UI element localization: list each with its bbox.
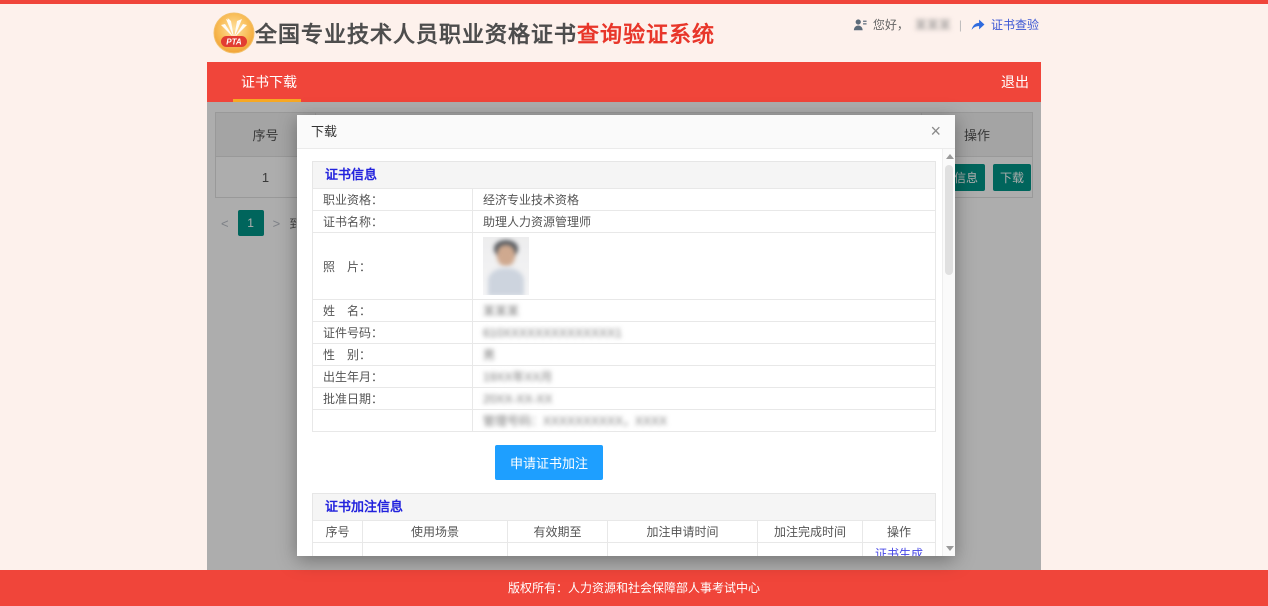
field-label: 批准日期： [313,388,473,410]
id-photo [483,237,529,295]
footer: 版权所有：人力资源和社会保障部人事考试中心 [0,570,1268,606]
cert-row: 姓 名： 某某某 [313,300,936,322]
cell-seq: 1 [313,543,363,557]
cell-scene: 本人调用 [363,543,508,557]
annotation-table: 序号 使用场景 有效期至 加注申请时间 加注完成时间 操作 1 本人调用 202… [312,520,936,556]
scroll-up-icon[interactable] [946,154,954,159]
cell-apply-time: 2021-12-16 10:53:02 [608,543,758,557]
username-redacted: 某某某 [915,16,951,33]
scrollbar-thumb[interactable] [945,165,953,275]
cert-row: 照 片： [313,233,936,300]
cell-complete-time [758,543,863,557]
modal-scrollbar[interactable] [942,149,955,556]
site-title-accent: 查询验证系统 [577,17,715,49]
col-complete-time: 加注完成时间 [758,521,863,543]
col-seq: 序号 [313,521,363,543]
field-label: 职业资格： [313,189,473,211]
page: PTA 全国专业技术人员职业资格证书查询验证系统 您好， 某某某 | 证书查验 证… [0,0,1268,606]
tab-cert-download[interactable]: 证书下载 [241,62,297,102]
field-value-redacted: 管理号码：XXXXXXXXXX，XXXX [483,414,667,428]
user-bar: 您好， 某某某 | 证书查验 [853,16,1039,33]
scroll-down-icon[interactable] [946,546,954,551]
close-icon[interactable]: × [926,115,945,147]
modal-title: 下载 [311,115,337,149]
share-arrow-icon [970,18,985,31]
modal-header: 下载 × [297,115,955,149]
pta-logo-icon: PTA [213,12,255,54]
brand: PTA 全国专业技术人员职业资格证书查询验证系统 [213,12,715,54]
apply-annotation-button[interactable]: 申请证书加注 [495,445,603,480]
cert-row: 管理号码：XXXXXXXXXX，XXXX [313,410,936,432]
cert-row: 证件号码： 610XXXXXXXXXXXXXX1 [313,322,936,344]
section-cert-info: 证书信息 [312,161,936,188]
divider: | [959,18,962,32]
field-label: 照 片： [313,233,473,300]
field-label: 证件号码： [313,322,473,344]
site-header: PTA 全国专业技术人员职业资格证书查询验证系统 您好， 某某某 | 证书查验 [207,4,1041,62]
cert-row: 性 别： 男 [313,344,936,366]
user-icon [853,18,867,32]
cell-valid-until: 2022-03-16 [508,543,608,557]
cert-generating-link[interactable]: 证书生成中... [875,547,923,556]
col-scene: 使用场景 [363,521,508,543]
field-label: 姓 名： [313,300,473,322]
logout-button[interactable]: 退出 [1001,62,1029,102]
field-value-redacted: 某某某 [483,304,519,318]
col-action: 操作 [863,521,936,543]
field-label: 出生年月： [313,366,473,388]
col-valid-until: 有效期至 [508,521,608,543]
field-value: 经济专业技术资格 [473,189,936,211]
site-title: 全国专业技术人员职业资格证书 [255,17,577,49]
annotation-header-row: 序号 使用场景 有效期至 加注申请时间 加注完成时间 操作 [313,521,936,543]
cert-row: 批准日期： 20XX-XX-XX [313,388,936,410]
field-label: 证书名称： [313,211,473,233]
cert-row: 出生年月： 19XX年XX月 [313,366,936,388]
main-nav: 证书下载 退出 [207,62,1041,102]
field-label: 性 别： [313,344,473,366]
field-label [313,410,473,432]
field-value-redacted: 男 [483,348,495,362]
cert-row: 职业资格：经济专业技术资格 [313,189,936,211]
greeting-text: 您好， [873,16,909,33]
photo-cell [473,233,936,300]
cert-verify-link[interactable]: 证书查验 [991,16,1039,33]
field-value-redacted: 19XX年XX月 [483,370,552,384]
field-value-redacted: 20XX-XX-XX [483,392,552,406]
section-annotation-info: 证书加注信息 [312,493,936,520]
field-value-redacted: 610XXXXXXXXXXXXXX1 [483,326,622,340]
svg-text:PTA: PTA [226,38,242,47]
col-apply-time: 加注申请时间 [608,521,758,543]
download-modal: 下载 × 证书信息 职业资格：经济专业技术资格 证书名称：助理人力资源管理师 照… [297,115,955,556]
modal-body: 证书信息 职业资格：经济专业技术资格 证书名称：助理人力资源管理师 照 片： 姓… [297,149,942,556]
field-value: 助理人力资源管理师 [473,211,936,233]
cert-info-table: 职业资格：经济专业技术资格 证书名称：助理人力资源管理师 照 片： 姓 名： 某某… [312,188,936,432]
annotation-row: 1 本人调用 2022-03-16 2021-12-16 10:53:02 证书… [313,543,936,557]
cert-row: 证书名称：助理人力资源管理师 [313,211,936,233]
